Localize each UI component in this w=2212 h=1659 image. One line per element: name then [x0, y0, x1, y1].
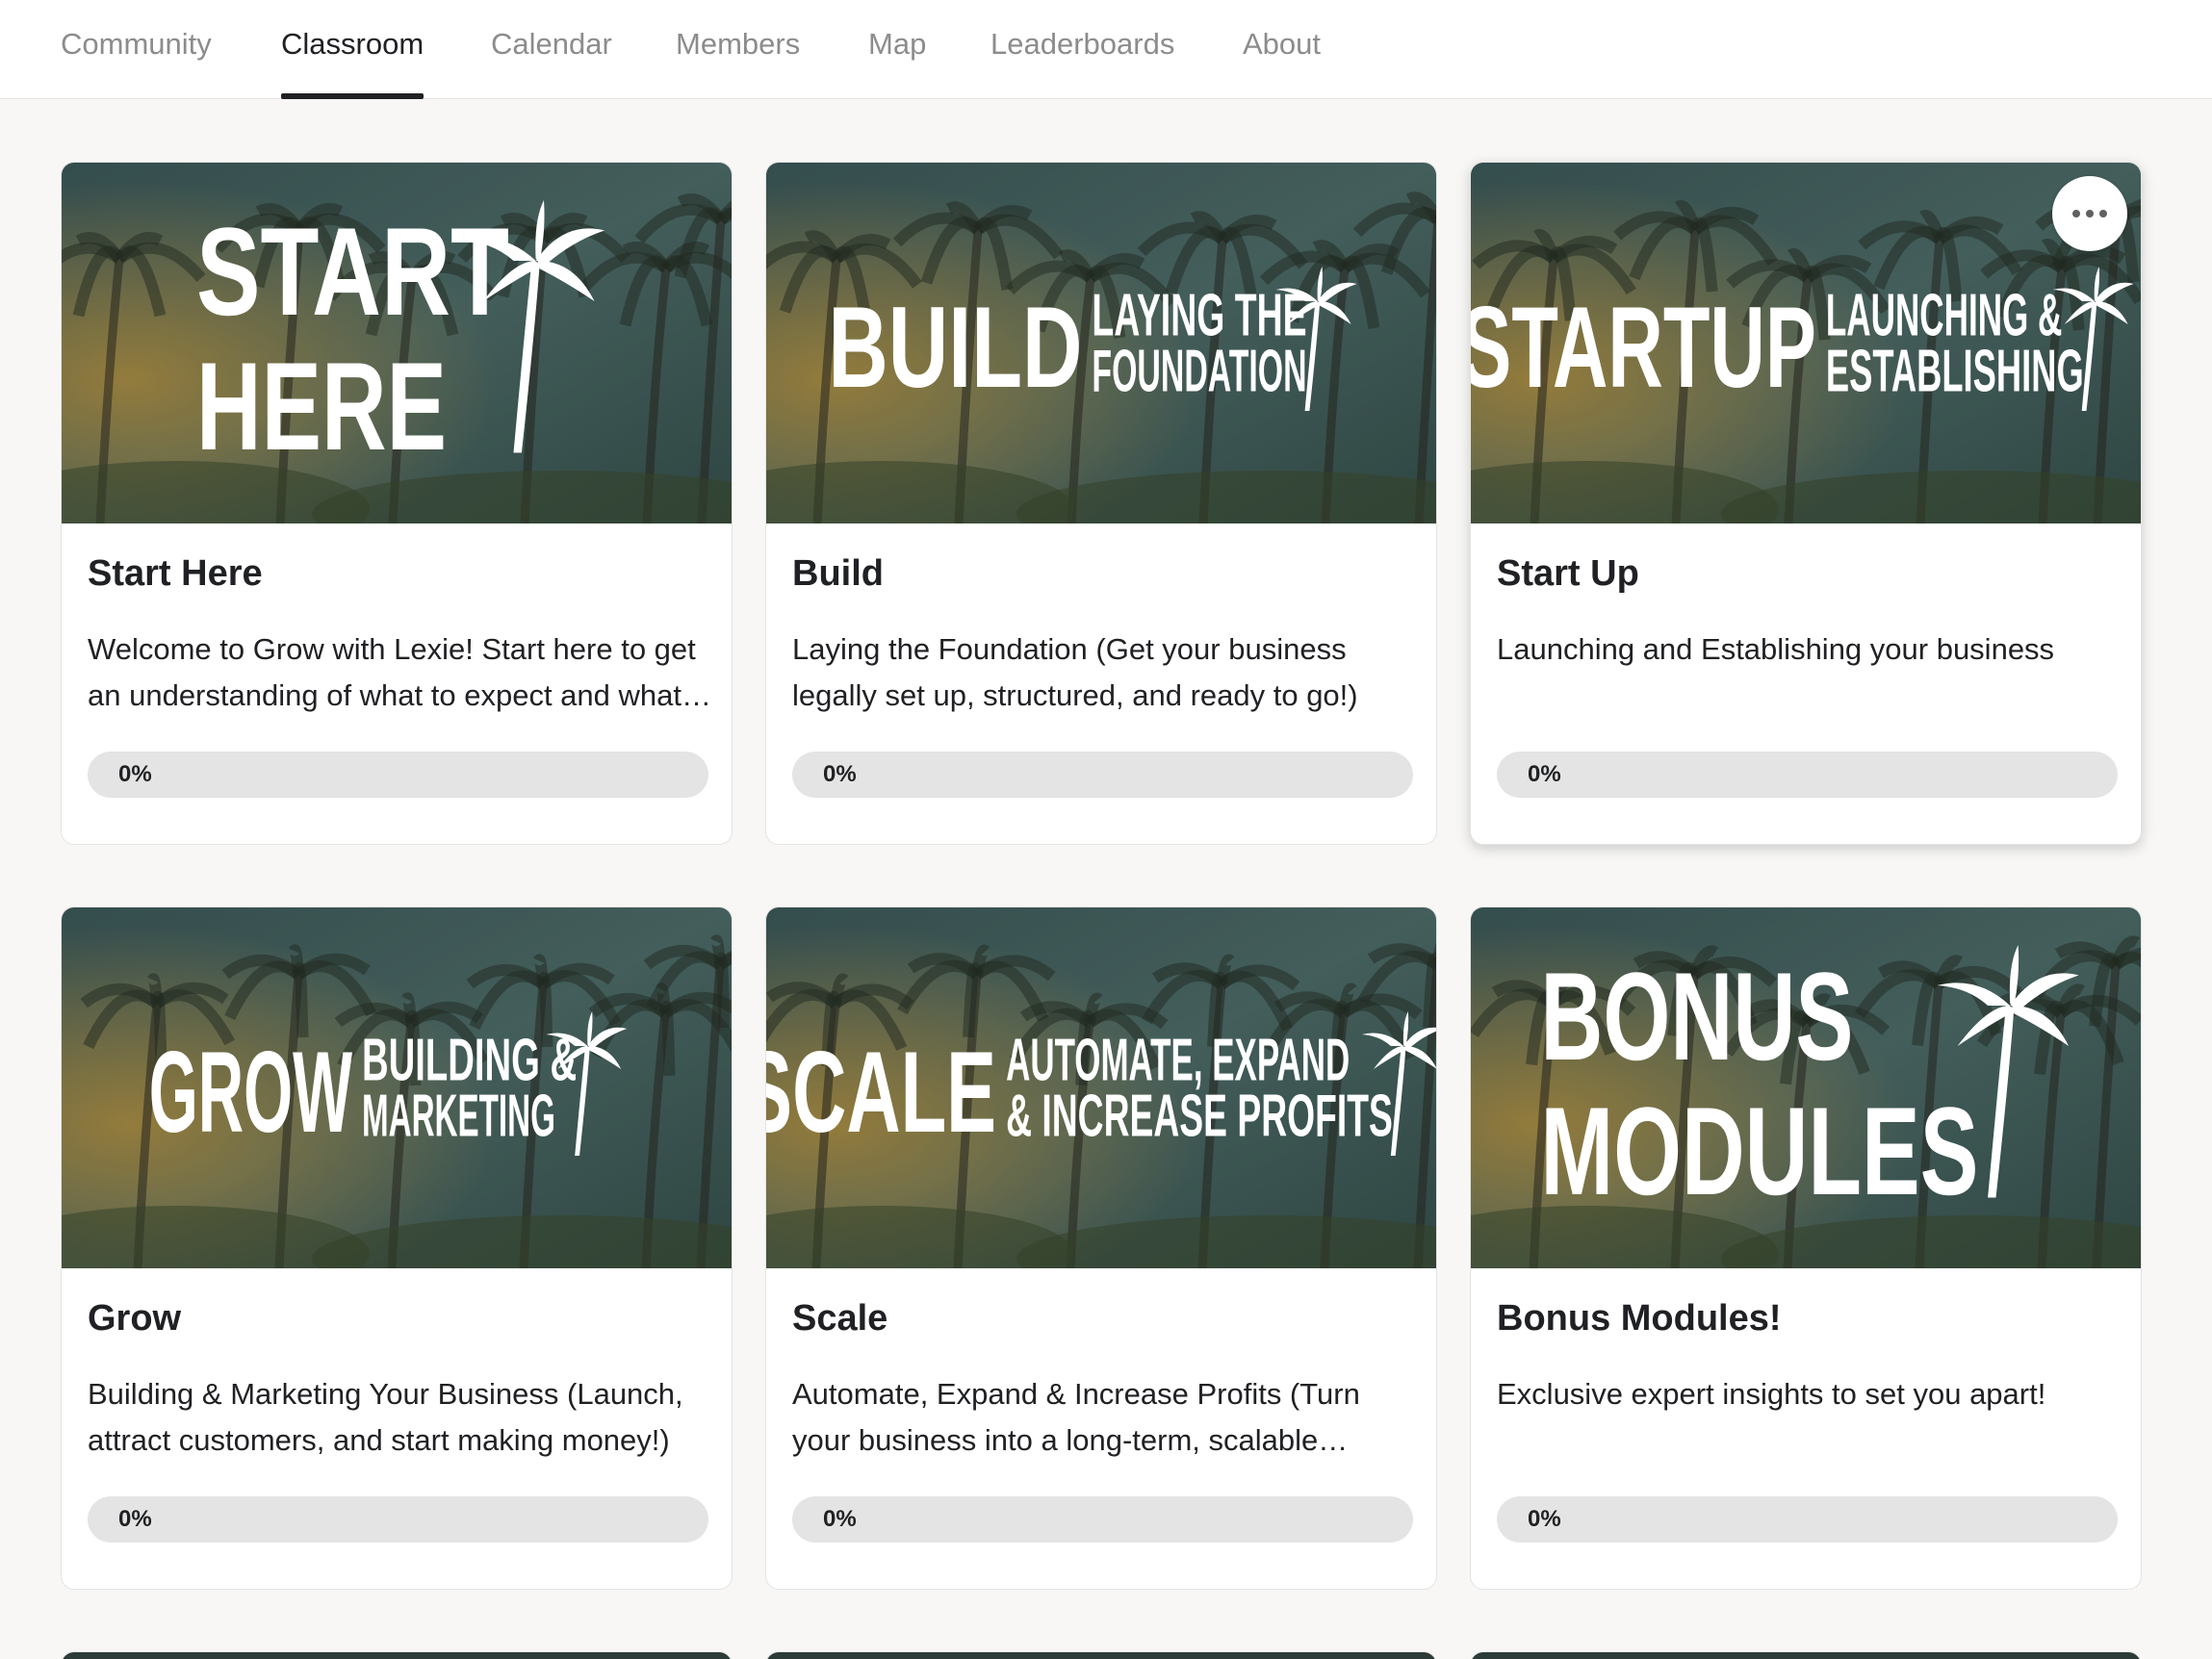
banner-title-word: GROW [149, 1028, 353, 1157]
more-options-button[interactable] [2052, 176, 2127, 251]
course-title: Grow [88, 1298, 182, 1339]
course-progress-bar: 0% [88, 1496, 708, 1543]
top-navigation: Community Classroom Calendar Members Map… [0, 0, 2212, 99]
course-progress-bar: 0% [792, 752, 1413, 798]
banner-title-word: SCALE [766, 1028, 996, 1157]
course-banner-image: STARTUP LAUNCHING &ESTABLISHING [1471, 163, 2141, 523]
course-title: Start Here [88, 553, 263, 594]
course-card[interactable]: BUILD LAYING THE FOUNDATION Build Laying t… [765, 162, 1437, 845]
course-banner: BONUS MODULES [1471, 907, 2141, 1268]
progress-label: 0% [823, 761, 857, 787]
tab-members[interactable]: Members [676, 0, 800, 99]
course-banner-image: SCALE AUTOMATE, EXPAND& INCREASE PROFITS [766, 907, 1436, 1268]
tab-classroom[interactable]: Classroom [281, 0, 424, 99]
progress-label: 0% [118, 761, 152, 787]
course-description: Building & Marketing Your Business (Laun… [88, 1377, 683, 1457]
course-description: Welcome to Grow with Lexie! Start here t… [88, 632, 696, 712]
course-title: Bonus Modules! [1497, 1298, 1782, 1339]
banner-title-word: BUILD [828, 283, 1082, 412]
banner-title-word: BONUS [1540, 946, 1853, 1086]
progress-label: 0% [1528, 761, 1561, 787]
banner-title-word: HERE [196, 336, 447, 476]
course-progress-bar: 0% [1497, 1496, 2118, 1543]
course-card-partial[interactable] [61, 1651, 733, 1659]
more-horizontal-icon [2070, 210, 2110, 217]
tab-calendar[interactable]: Calendar [491, 0, 612, 99]
course-title: Build [792, 553, 884, 594]
course-banner-image: GROW BUILDING &MARKETING [62, 907, 732, 1268]
banner-subtitle-line: ESTABLISHING [1826, 339, 2084, 405]
tab-map[interactable]: Map [868, 0, 926, 99]
progress-label: 0% [118, 1506, 152, 1532]
course-card[interactable]: START HERE Start Here Welcome to Grow wit… [61, 162, 733, 845]
course-progress-bar: 0% [792, 1496, 1413, 1543]
course-description: Launching and Establishing your business [1497, 632, 2055, 666]
course-card[interactable]: STARTUP LAUNCHING & ESTABLISHING Start Up … [1470, 162, 2142, 845]
banner-title-word: MODULES [1540, 1081, 1978, 1221]
progress-label: 0% [823, 1506, 857, 1532]
tab-leaderboards[interactable]: Leaderboards [990, 0, 1174, 99]
course-progress-bar: 0% [88, 752, 708, 798]
course-description: Laying the Foundation (Get your business… [792, 632, 1358, 712]
course-banner-image: BUILD LAYING THEFOUNDATION [766, 163, 1436, 523]
course-card[interactable]: GROW BUILDING & MARKETING Grow Building & … [61, 906, 733, 1590]
progress-label: 0% [1528, 1506, 1561, 1532]
course-card[interactable]: BONUS MODULES Bonus Modules! Exclusive ex… [1470, 906, 2142, 1590]
course-title: Start Up [1497, 553, 1639, 594]
course-banner: GROW BUILDING & MARKETING [62, 907, 732, 1268]
course-card-partial[interactable] [765, 1651, 1437, 1659]
banner-subtitle-line: FOUNDATION [1092, 339, 1306, 405]
course-banner-image: STARTHERE [62, 163, 732, 523]
course-banner: STARTUP LAUNCHING & ESTABLISHING [1471, 163, 2141, 523]
course-banner: SCALE AUTOMATE, EXPAND & INCREASE PROFITS [766, 907, 1436, 1268]
course-banner-image: BONUSMODULES [1471, 907, 2141, 1268]
course-title: Scale [792, 1298, 888, 1339]
banner-title-word: START [196, 201, 509, 342]
banner-subtitle-line: & INCREASE PROFITS [1006, 1084, 1393, 1150]
course-description: Exclusive expert insights to set you apa… [1497, 1377, 2046, 1411]
tab-community[interactable]: Community [61, 0, 212, 99]
course-card-partial[interactable] [1470, 1651, 2142, 1659]
course-banner: BUILD LAYING THE FOUNDATION [766, 163, 1436, 523]
course-progress-bar: 0% [1497, 752, 2118, 798]
banner-title-word: STARTUP [1471, 283, 1816, 412]
banner-subtitle-line: MARKETING [362, 1084, 555, 1150]
tab-about[interactable]: About [1243, 0, 1321, 99]
course-card[interactable]: SCALE AUTOMATE, EXPAND & INCREASE PROFITS … [765, 906, 1437, 1590]
course-description: Automate, Expand & Increase Profits (Tur… [792, 1377, 1360, 1457]
course-banner: START HERE [62, 163, 732, 523]
